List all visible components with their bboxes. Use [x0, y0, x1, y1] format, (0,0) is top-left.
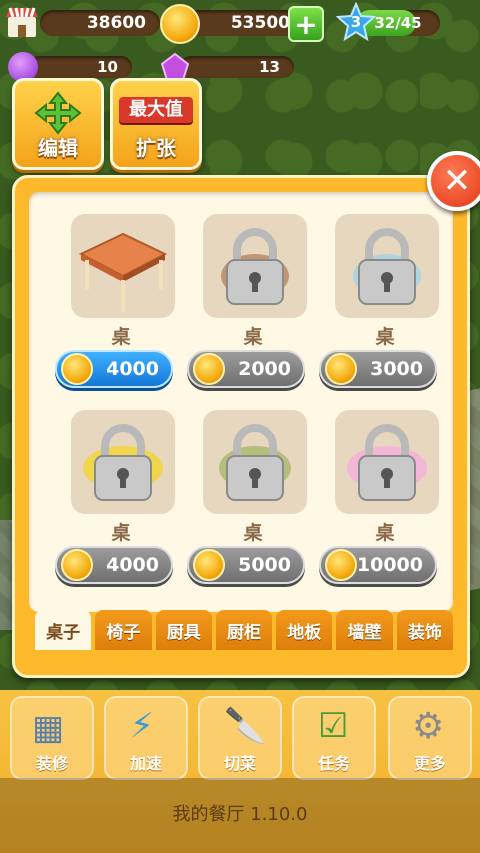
speedup-button[interactable]: ⚡ 加速 [104, 696, 188, 780]
chop-label: 切菜 [223, 754, 256, 773]
coin-icon [325, 549, 357, 581]
item-tile[interactable] [335, 410, 439, 514]
item-tile[interactable] [71, 214, 175, 318]
coin-icon [61, 549, 93, 581]
item-name: 桌 [111, 522, 131, 544]
table-icon [78, 232, 168, 312]
item-price: 3000 [370, 358, 423, 380]
level-value: 3 [350, 13, 362, 31]
item-tile[interactable] [335, 214, 439, 318]
decorate-button[interactable]: ▦ 装修 [10, 696, 94, 780]
coin-icon [160, 4, 200, 44]
tab-kitchenware[interactable]: 厨具 [155, 610, 212, 650]
bottom-bar: ▦ 装修 ⚡ 加速 🔪 切菜 ☑ 任务 ⚙ 更多 [0, 690, 480, 853]
more-label: 更多 [413, 754, 446, 773]
tab-wall[interactable]: 墙壁 [336, 610, 393, 650]
item-name: 桌 [111, 326, 131, 348]
category-tabs: 桌子 椅子 厨具 厨柜 地板 墙壁 装饰 [35, 610, 453, 650]
ticket-value: 13 [259, 58, 280, 76]
lock-icon [221, 228, 289, 305]
edit-button[interactable]: 编辑 [12, 78, 104, 170]
item-name: 桌 [243, 522, 263, 544]
max-badge: 最大值 [119, 97, 193, 123]
coin-icon [193, 549, 225, 581]
exp-value: 32/45 [374, 14, 422, 32]
item-name: 桌 [375, 522, 395, 544]
gem-counter: 10 [28, 56, 132, 78]
expand-label: 扩张 [136, 136, 176, 160]
item-tile[interactable] [71, 410, 175, 514]
tab-floor[interactable]: 地板 [276, 610, 333, 650]
checklist-icon: ☑ [318, 706, 349, 746]
lightning-icon: ⚡ [130, 706, 154, 746]
expand-button[interactable]: 最大值 扩张 [110, 78, 202, 170]
shop-item[interactable]: 桌 5000 [187, 410, 319, 600]
decorate-label: 装修 [35, 754, 68, 773]
lock-icon [219, 424, 291, 501]
money-value: 38600 [86, 13, 146, 33]
table-icon: ▦ [32, 708, 65, 748]
shop-item[interactable]: 桌 2000 [187, 214, 319, 404]
item-price: 4000 [106, 358, 159, 380]
furniture-shop-panel: 桌 4000 桌 2000 桌 3000 桌 4000 桌 5000 桌 100… [12, 175, 470, 678]
item-price: 4000 [106, 554, 159, 576]
price-button[interactable]: 5000 [187, 546, 305, 584]
speedup-label: 加速 [129, 754, 162, 773]
price-button[interactable]: 10000 [319, 546, 437, 584]
coin-icon [61, 353, 93, 385]
price-button[interactable]: 4000 [55, 350, 173, 388]
coin-value: 53500 [230, 13, 290, 33]
edit-label: 编辑 [38, 136, 78, 160]
price-button[interactable]: 4000 [55, 546, 173, 584]
add-coins-button[interactable]: + [288, 6, 324, 42]
close-button[interactable]: ✕ [427, 151, 480, 211]
item-tile[interactable] [203, 410, 307, 514]
ticket-counter: 13 [180, 56, 294, 78]
tab-tables[interactable]: 桌子 [35, 610, 92, 650]
tasks-label: 任务 [317, 754, 350, 773]
item-price: 2000 [238, 358, 291, 380]
item-name: 桌 [243, 326, 263, 348]
shop-item[interactable]: 桌 4000 [55, 410, 187, 600]
coin-icon [193, 353, 225, 385]
move-arrows-icon [34, 91, 82, 135]
coin-counter: 53500 [182, 10, 304, 36]
lock-icon [353, 228, 421, 305]
tab-chairs[interactable]: 椅子 [95, 610, 152, 650]
price-button[interactable]: 3000 [319, 350, 437, 388]
price-button[interactable]: 2000 [187, 350, 305, 388]
version-label: 我的餐厅 1.10.0 [172, 804, 308, 825]
item-tile[interactable] [203, 214, 307, 318]
shop-icon[interactable] [2, 2, 42, 42]
item-grid: 桌 4000 桌 2000 桌 3000 桌 4000 桌 5000 桌 100… [29, 192, 453, 612]
lock-icon [347, 424, 427, 501]
tab-cabinets[interactable]: 厨柜 [215, 610, 273, 650]
item-price: 5000 [238, 554, 291, 576]
level-star-icon: 3 [336, 2, 376, 42]
more-button[interactable]: ⚙ 更多 [388, 696, 472, 780]
shop-item[interactable]: 桌 10000 [319, 410, 451, 600]
shop-item[interactable]: 桌 4000 [55, 214, 187, 404]
item-name: 桌 [375, 326, 395, 348]
tab-decor[interactable]: 装饰 [396, 610, 453, 650]
item-price: 10000 [356, 554, 423, 576]
gear-icon: ⚙ [412, 706, 445, 747]
shop-item[interactable]: 桌 3000 [319, 214, 451, 404]
money-counter: 38600 [40, 10, 160, 36]
knife-icon: 🔪 [224, 706, 267, 746]
close-icon: ✕ [442, 161, 472, 201]
lock-icon [83, 424, 163, 501]
chop-button[interactable]: 🔪 切菜 [198, 696, 282, 780]
tasks-button[interactable]: ☑ 任务 [292, 696, 376, 780]
gem-value: 10 [97, 58, 118, 76]
coin-icon [325, 353, 357, 385]
